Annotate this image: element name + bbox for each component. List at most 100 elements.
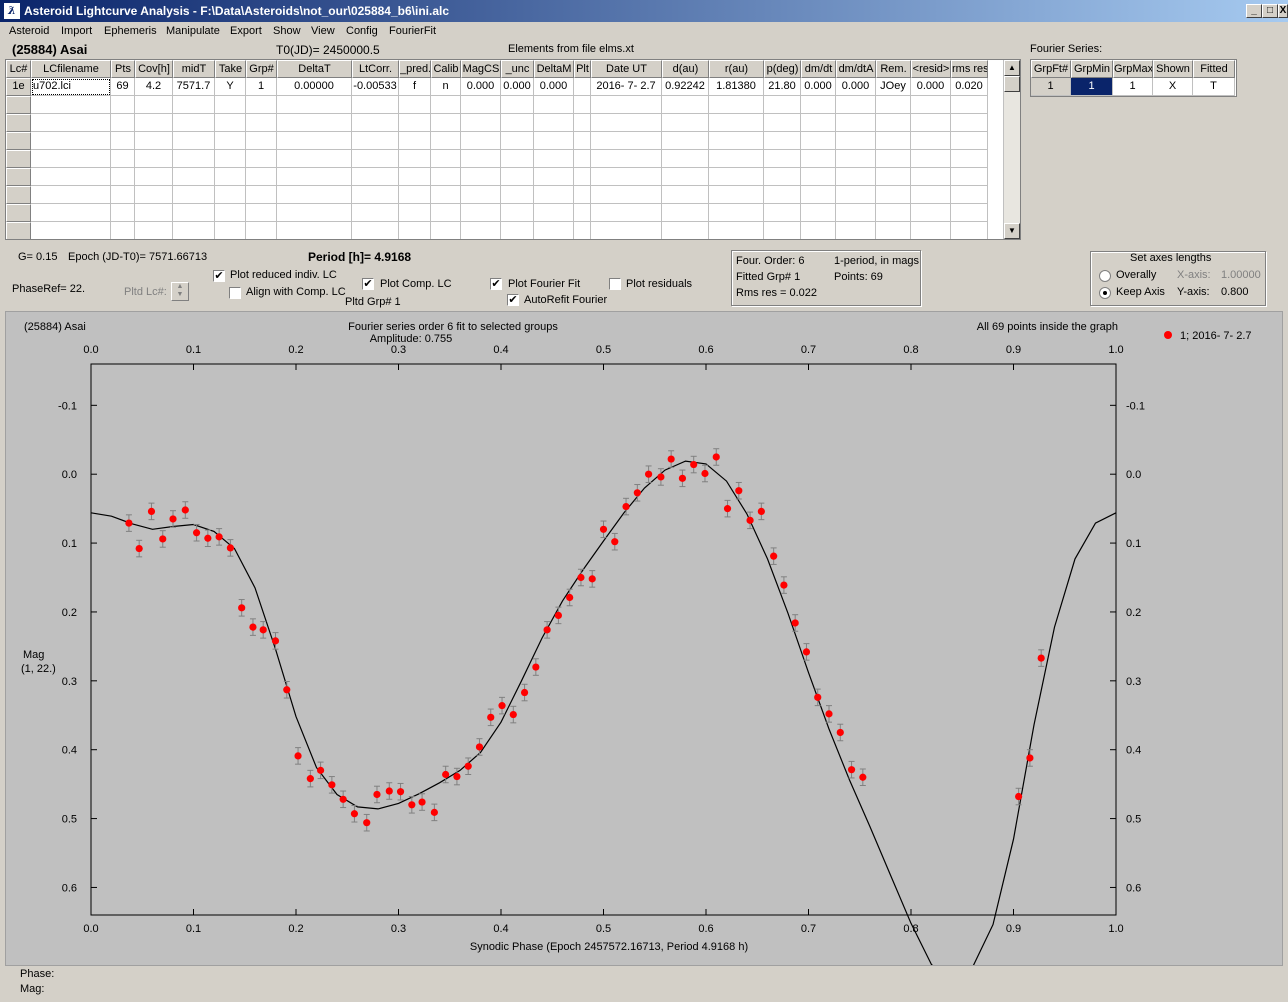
table-cell[interactable] xyxy=(399,204,431,222)
fs-cell[interactable]: 1 xyxy=(1071,78,1113,96)
table-cell[interactable] xyxy=(431,132,461,150)
table-cell[interactable] xyxy=(709,168,764,186)
align-comp-checkbox[interactable] xyxy=(229,287,241,299)
table-cell[interactable] xyxy=(352,150,399,168)
table-cell[interactable] xyxy=(399,150,431,168)
column-header[interactable]: _unc xyxy=(501,60,534,78)
table-cell[interactable] xyxy=(951,204,988,222)
fs-cell[interactable]: 1 xyxy=(1113,78,1153,96)
column-header[interactable]: DeltaT xyxy=(277,60,352,78)
table-cell[interactable] xyxy=(709,114,764,132)
table-cell[interactable] xyxy=(876,132,911,150)
table-cell[interactable]: 4.2 xyxy=(135,78,173,96)
table-cell[interactable] xyxy=(591,96,662,114)
table-cell[interactable] xyxy=(431,204,461,222)
table-cell[interactable] xyxy=(574,204,591,222)
table-cell[interactable] xyxy=(277,168,352,186)
table-cell[interactable] xyxy=(135,204,173,222)
table-cell[interactable] xyxy=(501,132,534,150)
table-cell[interactable] xyxy=(709,186,764,204)
table-cell[interactable] xyxy=(662,150,709,168)
table-cell[interactable] xyxy=(431,168,461,186)
table-cell[interactable] xyxy=(836,114,876,132)
table-cell[interactable] xyxy=(951,168,988,186)
close-button[interactable]: X xyxy=(1278,4,1288,18)
table-cell[interactable] xyxy=(111,150,135,168)
minimize-button[interactable]: _ xyxy=(1246,4,1262,18)
table-cell[interactable] xyxy=(911,222,951,239)
table-cell[interactable] xyxy=(591,114,662,132)
fs-column-header[interactable]: GrpFt# xyxy=(1031,60,1071,78)
table-cell[interactable] xyxy=(215,114,246,132)
column-header[interactable]: Lc# xyxy=(6,60,31,78)
table-cell[interactable] xyxy=(31,150,111,168)
table-cell[interactable] xyxy=(461,168,501,186)
table-cell[interactable]: u702.lci xyxy=(31,78,111,96)
table-cell[interactable] xyxy=(461,132,501,150)
table-cell[interactable] xyxy=(574,78,591,96)
overally-radio[interactable] xyxy=(1099,270,1111,282)
table-cell[interactable] xyxy=(31,222,111,239)
fs-column-header[interactable]: GrpMax xyxy=(1113,60,1153,78)
table-cell[interactable] xyxy=(399,96,431,114)
x-axis-value[interactable]: 1.00000 xyxy=(1221,269,1261,281)
table-cell[interactable] xyxy=(911,132,951,150)
table-cell[interactable] xyxy=(764,222,801,239)
column-header[interactable]: Rem. xyxy=(876,60,911,78)
table-cell[interactable] xyxy=(246,204,277,222)
table-cell[interactable] xyxy=(111,132,135,150)
table-cell[interactable] xyxy=(277,114,352,132)
menu-manipulate[interactable]: Manipulate xyxy=(166,25,220,37)
table-cell[interactable]: 2016- 7- 2.7 xyxy=(591,78,662,96)
table-cell[interactable] xyxy=(876,186,911,204)
table-cell[interactable] xyxy=(801,204,836,222)
row-header[interactable] xyxy=(6,222,31,239)
table-cell[interactable] xyxy=(591,168,662,186)
menu-view[interactable]: View xyxy=(311,25,335,37)
column-header[interactable]: Pts xyxy=(111,60,135,78)
row-header[interactable] xyxy=(6,204,31,222)
table-cell[interactable] xyxy=(111,96,135,114)
table-cell[interactable]: 0.92242 xyxy=(662,78,709,96)
table-cell[interactable] xyxy=(801,150,836,168)
table-cell[interactable] xyxy=(574,168,591,186)
fs-cell[interactable]: T xyxy=(1193,78,1235,96)
plot-comp-checkbox[interactable]: ✔ xyxy=(362,278,374,290)
table-cell[interactable] xyxy=(215,204,246,222)
column-header[interactable]: LCfilename xyxy=(31,60,111,78)
table-cell[interactable] xyxy=(215,96,246,114)
row-header[interactable] xyxy=(6,114,31,132)
table-cell[interactable] xyxy=(31,168,111,186)
plot-reduced-checkbox[interactable]: ✔ xyxy=(213,270,225,282)
table-cell[interactable]: 0.000 xyxy=(836,78,876,96)
table-cell[interactable] xyxy=(534,132,574,150)
table-cell[interactable]: -0.00533 xyxy=(352,78,399,96)
fs-column-header[interactable]: Shown xyxy=(1153,60,1193,78)
table-cell[interactable] xyxy=(764,186,801,204)
table-cell[interactable] xyxy=(574,222,591,239)
table-cell[interactable] xyxy=(876,114,911,132)
table-cell[interactable] xyxy=(111,168,135,186)
table-cell[interactable] xyxy=(31,132,111,150)
lightcurve-table[interactable]: Lc# LCfilename Pts Cov[h] midT Take Grp# DeltaT… xyxy=(5,59,1021,240)
table-cell[interactable] xyxy=(501,96,534,114)
row-header[interactable]: 1e xyxy=(6,78,31,96)
table-cell[interactable] xyxy=(277,186,352,204)
table-cell[interactable] xyxy=(352,114,399,132)
table-cell[interactable] xyxy=(501,222,534,239)
table-cell[interactable]: 1.81380 xyxy=(709,78,764,96)
column-header[interactable]: Take xyxy=(215,60,246,78)
table-cell[interactable] xyxy=(709,96,764,114)
table-cell[interactable] xyxy=(534,204,574,222)
table-cell[interactable] xyxy=(111,222,135,239)
row-header[interactable] xyxy=(6,168,31,186)
table-cell[interactable] xyxy=(911,150,951,168)
table-cell[interactable] xyxy=(951,150,988,168)
column-header[interactable]: Plt xyxy=(574,60,591,78)
table-cell[interactable] xyxy=(352,132,399,150)
table-cell[interactable]: 0.000 xyxy=(534,78,574,96)
table-cell[interactable] xyxy=(399,132,431,150)
fs-column-header[interactable]: GrpMin xyxy=(1071,60,1113,78)
menu-export[interactable]: Export xyxy=(230,25,262,37)
table-cell[interactable] xyxy=(534,222,574,239)
